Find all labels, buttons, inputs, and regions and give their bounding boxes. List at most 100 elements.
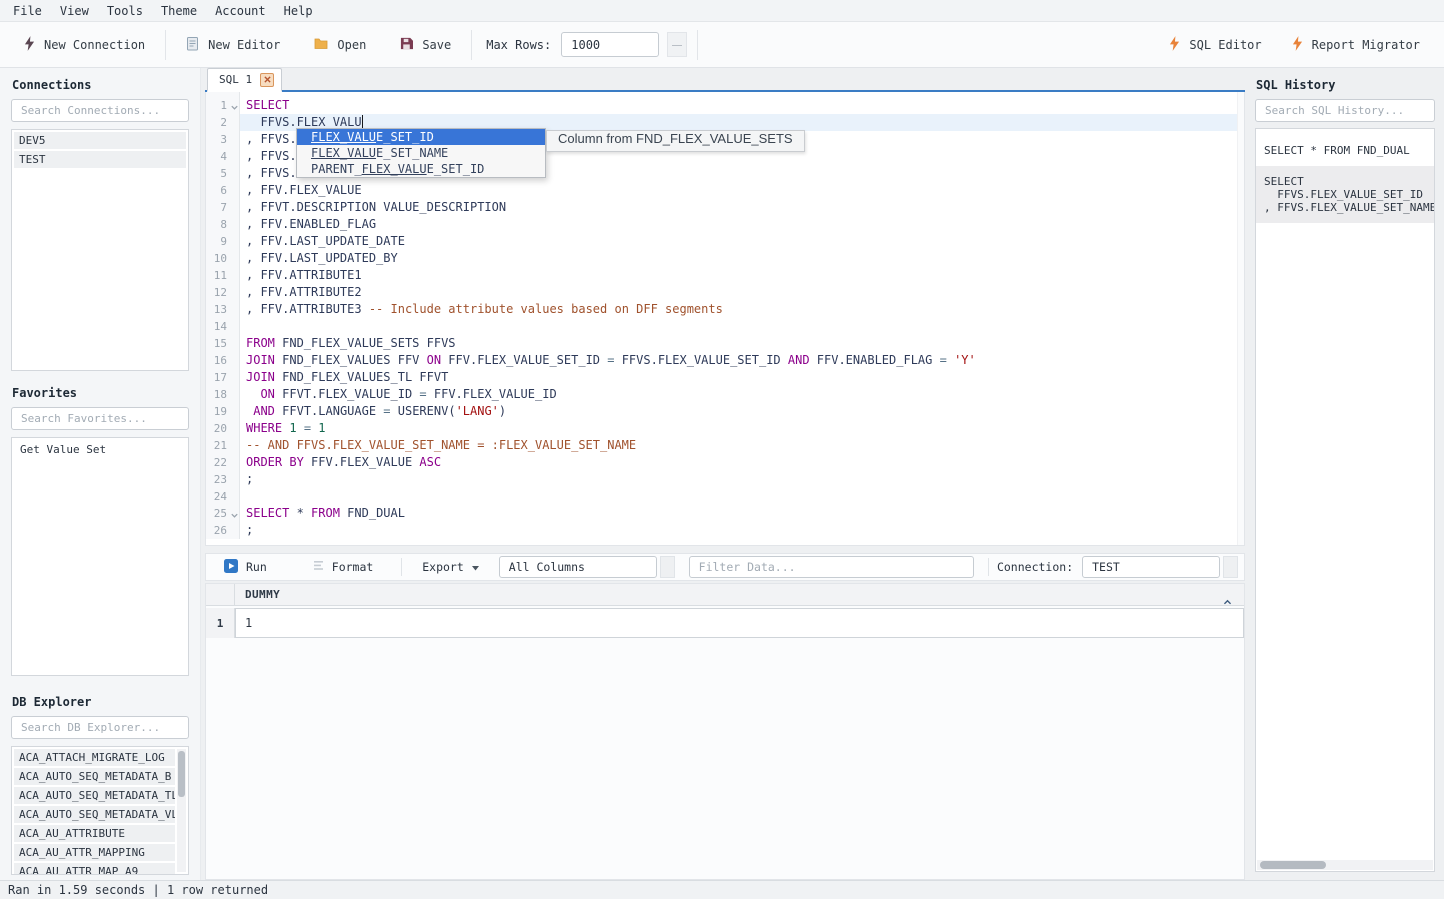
autocomplete-item[interactable]: PARENT_FLEX_VALUE_SET_ID <box>297 161 545 177</box>
columns-select-value: All Columns <box>509 560 585 574</box>
db-explorer-panel: DB Explorer ACA_ATTACH_MIGRATE_LOG ACA_AU… <box>11 695 189 875</box>
code-line[interactable]: 23; <box>206 471 1244 488</box>
run-button[interactable]: Run <box>212 559 279 576</box>
db-table-item[interactable]: ACA_AUTO_SEQ_METADATA_TL <box>14 787 175 804</box>
code-line[interactable]: 26; <box>206 522 1244 539</box>
history-item[interactable]: SELECT * FROM FND_DUAL <box>1256 135 1434 166</box>
toolbar-separator <box>165 30 166 60</box>
autocomplete-item[interactable]: FLEX_VALUE_SET_NAME <box>297 145 545 161</box>
menu-bar: FileViewToolsThemeAccountHelp <box>0 0 1444 22</box>
db-table-item[interactable]: ACA_AUTO_SEQ_METADATA_B <box>14 768 175 785</box>
export-button[interactable]: Export <box>410 560 491 574</box>
code-line[interactable]: 25SELECT * FROM FND_DUAL <box>206 505 1244 522</box>
scrollbar-thumb[interactable] <box>178 751 185 797</box>
open-label: Open <box>337 38 366 52</box>
connection-item[interactable]: DEV5 <box>14 132 186 149</box>
sql-code-editor[interactable]: 1SELECT2 FFVS.FLEX_VALU3, FFVS.4, FFVS.5… <box>205 92 1245 546</box>
connection-item[interactable]: TEST <box>14 151 186 168</box>
code-line[interactable]: 1SELECT <box>206 97 1244 114</box>
code-line[interactable]: 13, FFV.ATTRIBUTE3 -- Include attribute … <box>206 301 1244 318</box>
code-line[interactable]: 9, FFV.LAST_UPDATE_DATE <box>206 233 1244 250</box>
save-button[interactable]: Save <box>390 31 461 59</box>
code-line[interactable]: 19 AND FFVT.LANGUAGE = USERENV('LANG') <box>206 403 1244 420</box>
connection-label: Connection: <box>997 560 1082 574</box>
caret-down-icon <box>472 560 479 574</box>
code-line[interactable]: 8, FFV.ENABLED_FLAG <box>206 216 1244 233</box>
db-explorer-scrollbar[interactable] <box>177 749 186 872</box>
sql-editor-button[interactable]: SQL Editor <box>1159 30 1271 60</box>
code-line[interactable]: 18 ON FFVT.FLEX_VALUE_ID = FFV.FLEX_VALU… <box>206 386 1244 403</box>
results-rows: 11 <box>206 608 1244 638</box>
code-line[interactable]: 12, FFV.ATTRIBUTE2 <box>206 284 1244 301</box>
code-line[interactable]: 22ORDER BY FFV.FLEX_VALUE ASC <box>206 454 1244 471</box>
connection-select-value: TEST <box>1092 560 1120 574</box>
line-number: 12 <box>206 284 240 301</box>
code-line[interactable]: 21-- AND FFVS.FLEX_VALUE_SET_NAME = :FLE… <box>206 437 1244 454</box>
tab-sql-1[interactable]: SQL 1 <box>207 68 282 92</box>
code-line[interactable]: 16JOIN FND_FLEX_VALUES FFV ON FFV.FLEX_V… <box>206 352 1244 369</box>
history-item[interactable]: SELECT FFVS.FLEX_VALUE_SET_ID , FFVS.FLE… <box>1256 166 1434 223</box>
db-table-item[interactable]: ACA_AU_ATTRIBUTE <box>14 825 175 842</box>
code-text: , FFV.ATTRIBUTE1 <box>240 267 1244 284</box>
db-table-item[interactable]: ACA_ATTACH_MIGRATE_LOG <box>14 749 175 766</box>
menu-help[interactable]: Help <box>275 2 322 20</box>
scrollbar-thumb[interactable] <box>1260 861 1326 869</box>
menu-view[interactable]: View <box>51 2 98 20</box>
db-table-item[interactable]: ACA_AUTO_SEQ_METADATA_VL <box>14 806 175 823</box>
columns-select-button[interactable] <box>660 556 675 578</box>
menu-file[interactable]: File <box>4 2 51 20</box>
chevron-up-icon[interactable] <box>1223 591 1232 610</box>
connection-select-button[interactable] <box>1223 556 1238 578</box>
search-favorites-input[interactable] <box>11 407 189 430</box>
max-rows-input[interactable] <box>561 32 659 57</box>
column-header-dummy[interactable]: DUMMY <box>235 584 1244 605</box>
favorite-item[interactable]: Get Value Set <box>14 440 186 459</box>
sql-editor-label: SQL Editor <box>1189 38 1261 52</box>
filter-data-input[interactable] <box>689 556 974 578</box>
sql-history-list: SELECT * FROM FND_DUALSELECT FFVS.FLEX_V… <box>1255 128 1435 872</box>
open-button[interactable]: Open <box>304 31 376 58</box>
code-line[interactable]: 24 <box>206 488 1244 505</box>
right-sidebar: SQL History SELECT * FROM FND_DUALSELECT… <box>1255 68 1435 880</box>
results-corner-cell <box>206 584 235 605</box>
sql-history-scrollbar[interactable] <box>1257 860 1433 870</box>
line-number: 21 <box>206 437 240 454</box>
code-line[interactable]: 15FROM FND_FLEX_VALUE_SETS FFVS <box>206 335 1244 352</box>
code-line[interactable]: 10, FFV.LAST_UPDATED_BY <box>206 250 1244 267</box>
code-line[interactable]: 7, FFVT.DESCRIPTION VALUE_DESCRIPTION <box>206 199 1244 216</box>
code-text: JOIN FND_FLEX_VALUES_TL FFVT <box>240 369 1244 386</box>
editor-scrollbar[interactable] <box>1237 92 1244 545</box>
controls-separator <box>401 558 402 576</box>
code-line[interactable]: 11, FFV.ATTRIBUTE1 <box>206 267 1244 284</box>
code-line[interactable]: 14 <box>206 318 1244 335</box>
run-label: Run <box>246 560 267 574</box>
new-connection-button[interactable]: New Connection <box>14 30 155 60</box>
line-number: 4 <box>206 148 240 165</box>
report-migrator-button[interactable]: Report Migrator <box>1282 30 1430 60</box>
save-label: Save <box>422 38 451 52</box>
max-rows-spinner[interactable] <box>667 32 687 57</box>
menu-tools[interactable]: Tools <box>98 2 152 20</box>
code-text: , FFV.ATTRIBUTE3 -- Include attribute va… <box>240 301 1244 318</box>
result-cell[interactable]: 1 <box>235 608 1244 638</box>
search-db-explorer-input[interactable] <box>11 716 189 739</box>
code-line[interactable]: 6, FFV.FLEX_VALUE <box>206 182 1244 199</box>
db-table-item[interactable]: ACA_AU_ATTR_MAP_A9 <box>14 863 175 875</box>
menu-account[interactable]: Account <box>206 2 275 20</box>
menu-theme[interactable]: Theme <box>152 2 206 20</box>
format-button[interactable]: Format <box>301 560 386 574</box>
code-line[interactable]: 17JOIN FND_FLEX_VALUES_TL FFVT <box>206 369 1244 386</box>
close-tab-icon[interactable] <box>260 73 274 87</box>
new-editor-button[interactable]: New Editor <box>176 30 290 60</box>
columns-select[interactable]: All Columns <box>499 556 657 578</box>
search-connections-input[interactable] <box>11 99 189 122</box>
search-sql-history-input[interactable] <box>1255 99 1435 122</box>
autocomplete-item[interactable]: FLEX_VALUE_SET_ID <box>297 129 545 145</box>
code-line[interactable]: 20WHERE 1 = 1 <box>206 420 1244 437</box>
db-explorer-title: DB Explorer <box>12 695 189 709</box>
code-text: ON FFVT.FLEX_VALUE_ID = FFV.FLEX_VALUE_I… <box>240 386 1244 403</box>
code-text: ; <box>240 471 1244 488</box>
connection-select[interactable]: TEST <box>1082 556 1220 578</box>
db-table-item[interactable]: ACA_AU_ATTR_MAPPING <box>14 844 175 861</box>
connections-list: DEV5 TEST <box>11 129 189 371</box>
